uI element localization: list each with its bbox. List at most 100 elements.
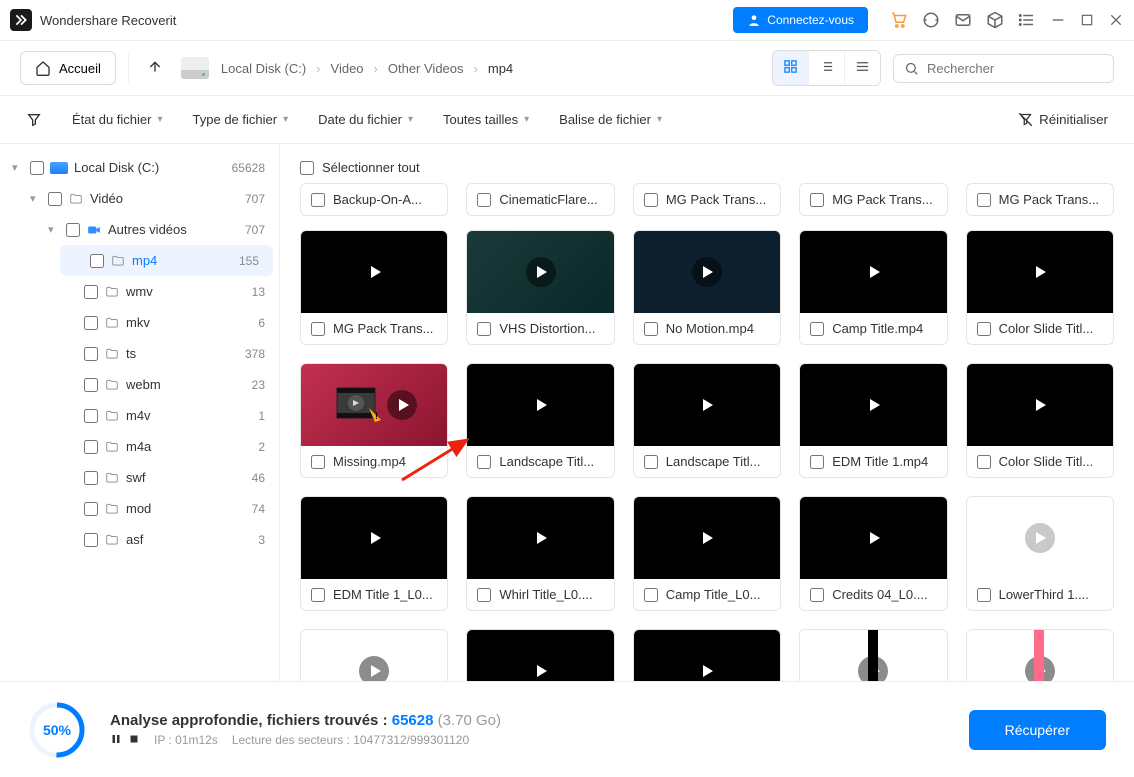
filter-size[interactable]: Toutes tailles▾ xyxy=(443,112,529,127)
title-bar: Wondershare Recoverit Connectez-vous xyxy=(0,0,1134,40)
video-preview[interactable] xyxy=(800,497,946,579)
tree-item[interactable]: ts378 xyxy=(0,338,279,369)
thumbnail-item[interactable] xyxy=(466,629,614,681)
close-icon[interactable] xyxy=(1108,12,1124,28)
breadcrumb-item[interactable]: mp4 xyxy=(488,61,513,76)
list-view-button[interactable] xyxy=(809,51,845,85)
thumbnail-item[interactable]: EDM Title 1_L0... xyxy=(300,496,448,611)
tree-item[interactable]: mp4155 xyxy=(60,245,273,276)
video-preview[interactable] xyxy=(301,497,447,579)
tree-item[interactable]: ▾Local Disk (C:)65628 xyxy=(0,152,279,183)
thumbnail-item[interactable] xyxy=(966,629,1114,681)
list-item[interactable]: Backup-On-A... xyxy=(300,183,448,216)
support-icon[interactable] xyxy=(922,11,940,29)
menu-icon[interactable] xyxy=(1018,11,1036,29)
thumbnail-item[interactable]: Camp Title.mp4 xyxy=(799,230,947,345)
play-icon xyxy=(1025,257,1055,287)
reset-filters-button[interactable]: Réinitialiser xyxy=(1018,112,1108,127)
thumbnail-item[interactable]: Credits 04_L0.... xyxy=(799,496,947,611)
tree-item[interactable]: swf46 xyxy=(0,462,279,493)
list-item[interactable]: MG Pack Trans... xyxy=(799,183,947,216)
tree-item[interactable]: asf3 xyxy=(0,524,279,555)
maximize-icon[interactable] xyxy=(1080,13,1094,27)
list-item[interactable]: MG Pack Trans... xyxy=(966,183,1114,216)
home-button[interactable]: Accueil xyxy=(20,51,116,85)
tree-count: 23 xyxy=(252,378,265,392)
minimize-icon[interactable] xyxy=(1050,12,1066,28)
video-preview[interactable] xyxy=(800,630,946,681)
select-all[interactable]: Sélectionner tout xyxy=(300,160,1114,175)
tree-item[interactable]: ▾Vidéo707 xyxy=(0,183,279,214)
box-icon[interactable] xyxy=(986,11,1004,29)
tree-item[interactable]: wmv13 xyxy=(0,276,279,307)
grid-view-button[interactable] xyxy=(773,51,809,85)
thumbnail-item[interactable]: MG Pack Trans... xyxy=(300,230,448,345)
video-preview[interactable] xyxy=(301,231,447,313)
tree-label: mod xyxy=(126,501,151,516)
play-icon xyxy=(387,390,417,420)
eta-label: IP : 01m12s xyxy=(154,733,218,747)
tree-label: m4v xyxy=(126,408,151,423)
folder-tree[interactable]: ▾Local Disk (C:)65628▾Vidéo707▾Autres vi… xyxy=(0,144,280,681)
video-preview[interactable] xyxy=(467,364,613,446)
tree-item[interactable]: webm23 xyxy=(0,369,279,400)
stop-button[interactable] xyxy=(128,733,140,748)
video-preview[interactable] xyxy=(967,630,1113,681)
svg-text:!: ! xyxy=(375,411,378,421)
thumbnail-item[interactable]: Whirl Title_L0.... xyxy=(466,496,614,611)
video-preview[interactable] xyxy=(634,630,780,681)
video-preview[interactable] xyxy=(800,231,946,313)
up-button[interactable] xyxy=(141,53,169,84)
video-preview[interactable] xyxy=(634,497,780,579)
mail-icon[interactable] xyxy=(954,11,972,29)
tree-view-button[interactable] xyxy=(845,51,880,85)
video-preview[interactable] xyxy=(301,630,447,681)
filter-type[interactable]: Type de fichier▾ xyxy=(193,112,289,127)
cart-icon[interactable] xyxy=(890,11,908,29)
recover-button[interactable]: Récupérer xyxy=(969,710,1106,750)
thumbnail-item[interactable]: No Motion.mp4 xyxy=(633,230,781,345)
list-item[interactable]: CinematicFlare... xyxy=(466,183,614,216)
list-item[interactable]: MG Pack Trans... xyxy=(633,183,781,216)
video-preview[interactable] xyxy=(967,497,1113,579)
video-preview[interactable] xyxy=(634,231,780,313)
filter-state[interactable]: État du fichier▾ xyxy=(72,112,163,127)
video-preview[interactable] xyxy=(467,231,613,313)
tree-item[interactable]: mod74 xyxy=(0,493,279,524)
tree-count: 707 xyxy=(245,192,265,206)
tree-item[interactable]: m4v1 xyxy=(0,400,279,431)
thumbnail-item[interactable] xyxy=(633,629,781,681)
search-box[interactable] xyxy=(893,54,1114,83)
video-preview[interactable] xyxy=(467,630,613,681)
filter-tag[interactable]: Balise de fichier▾ xyxy=(559,112,662,127)
tree-label: swf xyxy=(126,470,146,485)
pause-button[interactable] xyxy=(110,733,122,748)
connect-button[interactable]: Connectez-vous xyxy=(733,7,868,33)
tree-item[interactable]: m4a2 xyxy=(0,431,279,462)
video-preview[interactable] xyxy=(967,231,1113,313)
filter-date[interactable]: Date du fichier▾ xyxy=(318,112,413,127)
video-preview[interactable] xyxy=(967,364,1113,446)
thumbnail-item[interactable]: Landscape Titl... xyxy=(633,363,781,478)
thumbnail-item[interactable]: LowerThird 1.... xyxy=(966,496,1114,611)
breadcrumb-item[interactable]: Local Disk (C:) xyxy=(221,61,306,76)
tree-item[interactable]: mkv6 xyxy=(0,307,279,338)
thumbnail-item[interactable]: VHS Distortion... xyxy=(466,230,614,345)
thumbnail-item[interactable]: !Missing.mp4 xyxy=(300,363,448,478)
search-input[interactable] xyxy=(927,61,1103,76)
video-preview[interactable] xyxy=(634,364,780,446)
tree-item[interactable]: ▾Autres vidéos707 xyxy=(0,214,279,245)
thumbnail-item[interactable]: Color Slide Titl... xyxy=(966,363,1114,478)
thumbnail-item[interactable]: Color Slide Titl... xyxy=(966,230,1114,345)
thumbnail-item[interactable] xyxy=(799,629,947,681)
thumbnail-item[interactable]: Landscape Titl... xyxy=(466,363,614,478)
video-preview[interactable] xyxy=(800,364,946,446)
thumbnail-item[interactable] xyxy=(300,629,448,681)
video-preview[interactable]: ! xyxy=(301,364,447,446)
play-icon xyxy=(692,523,722,553)
thumbnail-item[interactable]: EDM Title 1.mp4 xyxy=(799,363,947,478)
breadcrumb-item[interactable]: Video xyxy=(331,61,364,76)
thumbnail-item[interactable]: Camp Title_L0... xyxy=(633,496,781,611)
video-preview[interactable] xyxy=(467,497,613,579)
breadcrumb-item[interactable]: Other Videos xyxy=(388,61,464,76)
